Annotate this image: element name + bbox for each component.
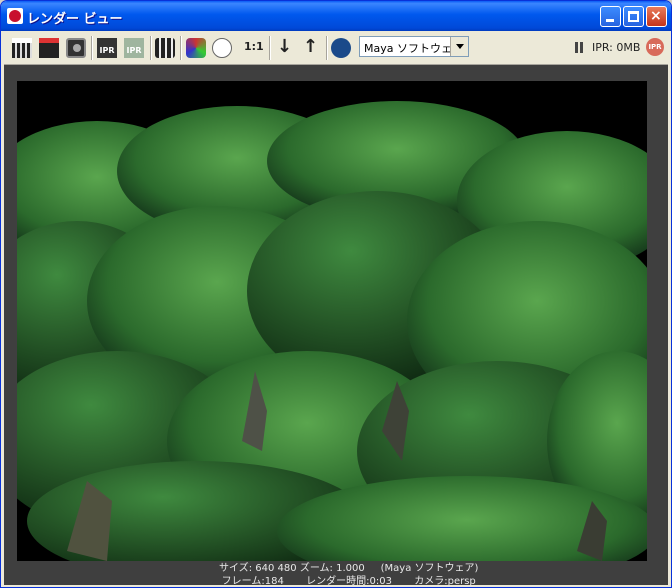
window-title: レンダー ビュー xyxy=(27,12,123,27)
close-button[interactable]: × xyxy=(646,6,667,27)
render-time-label: レンダー時間: xyxy=(306,576,370,587)
status-line-2: フレーム:184 レンダー時間:0:03 カメラ:persp xyxy=(4,562,668,587)
camera-label: カメラ: xyxy=(414,576,448,587)
alpha-channel-icon[interactable] xyxy=(212,38,232,58)
keep-image-icon[interactable] xyxy=(274,36,294,58)
maximize-icon xyxy=(628,11,639,22)
title-bar[interactable]: レンダー ビュー × xyxy=(1,1,671,31)
renderer-select-value: Maya ソフトウェア xyxy=(364,42,463,55)
remove-image-icon[interactable] xyxy=(300,36,320,58)
maya-app-icon[interactable] xyxy=(7,8,23,24)
minimize-icon xyxy=(606,19,614,22)
ipr-memory-readout: IPR: 0MB xyxy=(592,41,641,54)
frame-value: 184 xyxy=(264,576,284,587)
render-view-area[interactable]: サイズ: 640 480 ズーム: 1.000 (Maya ソフトウェア) フレ… xyxy=(4,65,668,587)
rendered-image[interactable] xyxy=(17,81,647,561)
camera-value: persp xyxy=(447,576,476,587)
toolbar-separator xyxy=(269,36,271,60)
rgb-channel-icon[interactable] xyxy=(186,38,206,58)
redo-render-icon[interactable] xyxy=(12,38,32,58)
snapshot-icon[interactable] xyxy=(66,38,86,58)
render-region-icon[interactable] xyxy=(39,38,59,58)
render-view-window: レンダー ビュー × IPR IPR 1:1 Maya ソフトウェア IPR: … xyxy=(0,0,672,588)
renderer-select[interactable]: Maya ソフトウェア xyxy=(359,36,469,57)
ipr-render-icon[interactable]: IPR xyxy=(97,38,117,58)
chevron-down-icon[interactable] xyxy=(450,37,468,56)
render-status-text: サイズ: 640 480 ズーム: 1.000 (Maya ソフトウェア) フレ… xyxy=(4,549,668,587)
toolbar-separator xyxy=(150,36,152,60)
render-toolbar: IPR IPR 1:1 Maya ソフトウェア IPR: 0MB IPR xyxy=(4,32,668,65)
pause-icon[interactable] xyxy=(575,42,583,53)
maximize-button[interactable] xyxy=(623,6,644,27)
toolbar-separator xyxy=(180,36,182,60)
minimize-button[interactable] xyxy=(600,6,621,27)
display-options-icon[interactable] xyxy=(331,38,351,58)
tree-render-image xyxy=(17,81,647,561)
real-size-button[interactable]: 1:1 xyxy=(244,40,264,53)
frame-label: フレーム: xyxy=(221,576,265,587)
toolbar-separator xyxy=(91,36,93,60)
render-time-value: 0:03 xyxy=(369,576,392,587)
render-settings-icon[interactable] xyxy=(155,38,175,58)
ipr-status-badge[interactable]: IPR xyxy=(646,38,664,56)
close-icon: × xyxy=(650,8,662,24)
ipr-refresh-icon[interactable]: IPR xyxy=(124,38,144,58)
toolbar-separator xyxy=(326,36,328,60)
